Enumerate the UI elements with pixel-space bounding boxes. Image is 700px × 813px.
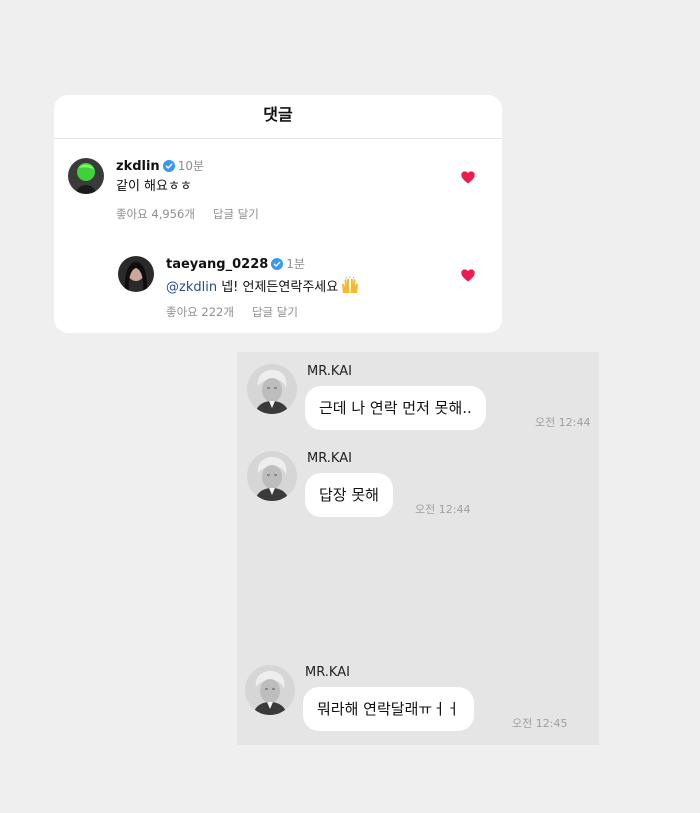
comments-title: 댓글	[263, 105, 293, 124]
chat-message: MR.KAI 뭐라해 연락달래ㅠㅓㅓ 오전 12:45	[245, 665, 595, 737]
raising-hands-icon	[340, 276, 360, 300]
comment-header: zkdlin 10분	[116, 158, 204, 177]
sender-avatar[interactable]	[245, 665, 295, 715]
message-bubble[interactable]: 답장 못해	[305, 473, 393, 517]
sender-name: MR.KAI	[307, 364, 352, 379]
comment-header: taeyang_0228 1분	[166, 256, 305, 275]
verified-badge-icon	[271, 258, 284, 275]
username[interactable]: zkdlin	[116, 159, 160, 174]
reply-button[interactable]: 답글 달기	[213, 207, 259, 221]
message-time: 오전 12:45	[512, 717, 568, 730]
message-bubble[interactable]: 뭐라해 연락달래ㅠㅓㅓ	[303, 687, 474, 731]
avatar[interactable]	[68, 158, 104, 194]
comment-text: @zkdlin 넵! 언제든연락주세요	[166, 276, 360, 300]
chat-message: MR.KAI 근데 나 연락 먼저 못해.. 오전 12:44	[247, 364, 597, 436]
avatar[interactable]	[118, 256, 154, 292]
chat-panel: MR.KAI 근데 나 연락 먼저 못해.. 오전 12:44 MR.KAI 답…	[237, 352, 599, 745]
likes-count[interactable]: 좋아요 222개	[166, 305, 234, 319]
heart-icon[interactable]	[461, 269, 475, 282]
comment-time: 10분	[177, 159, 204, 173]
message-time: 오전 12:44	[415, 503, 471, 516]
comments-card: 댓글 zkdlin 10분 같이 해요ㅎㅎ 좋아요 4,956개 답글 달기 t…	[54, 95, 502, 333]
message-bubble[interactable]: 근데 나 연락 먼저 못해..	[305, 386, 486, 430]
reply-button[interactable]: 답글 달기	[252, 305, 298, 319]
heart-icon[interactable]	[461, 171, 475, 184]
chat-message: MR.KAI 답장 못해 오전 12:44	[247, 451, 597, 523]
likes-count[interactable]: 좋아요 4,956개	[116, 207, 195, 221]
comment-meta: 좋아요 222개 답글 달기	[166, 304, 298, 320]
comment-body: 넵! 언제든연락주세요	[217, 280, 339, 295]
verified-badge-icon	[162, 160, 175, 177]
message-time: 오전 12:44	[535, 416, 591, 429]
divider	[54, 138, 502, 139]
comment-reply-item: taeyang_0228 1분 @zkdlin 넵! 언제든연락주세요 좋아요 2…	[118, 256, 488, 326]
sender-avatar[interactable]	[247, 451, 297, 501]
comment-text: 같이 해요ㅎㅎ	[116, 179, 192, 194]
sender-name: MR.KAI	[307, 451, 352, 466]
comment-meta: 좋아요 4,956개 답글 달기	[116, 206, 259, 222]
sender-avatar[interactable]	[247, 364, 297, 414]
username[interactable]: taeyang_0228	[166, 257, 268, 272]
comment-time: 1분	[286, 257, 305, 271]
comment-item: zkdlin 10분 같이 해요ㅎㅎ 좋아요 4,956개 답글 달기	[68, 158, 488, 228]
sender-name: MR.KAI	[305, 665, 350, 680]
mention-link[interactable]: @zkdlin	[166, 280, 217, 295]
